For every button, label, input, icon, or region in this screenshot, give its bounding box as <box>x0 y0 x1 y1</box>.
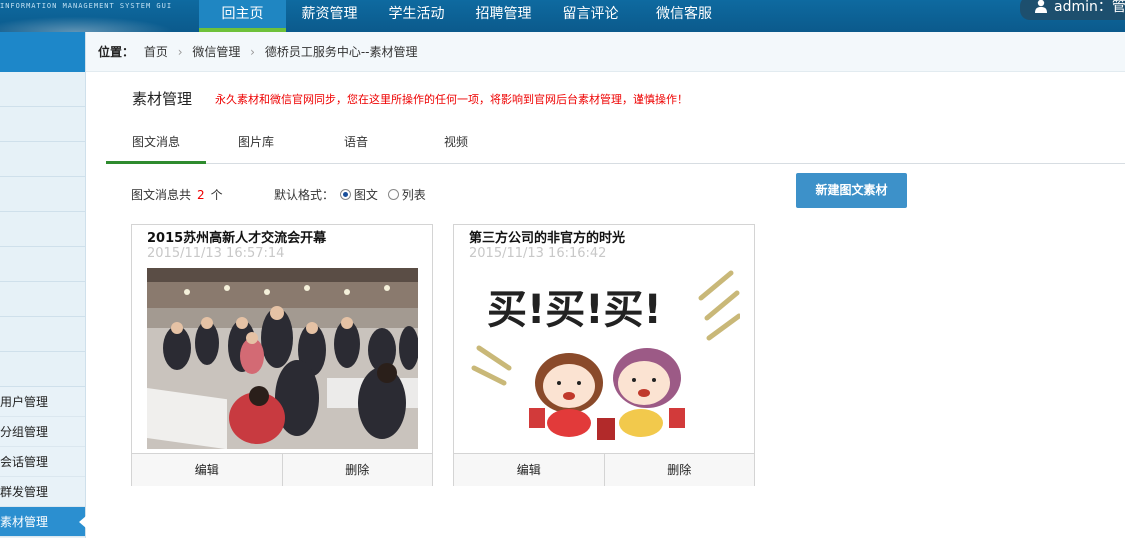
breadcrumb: 位置： 首页 › 微信管理 › 德桥员工服务中心--素材管理 <box>86 32 1125 72</box>
format-label: 默认格式： <box>274 188 335 202</box>
card-actions: 编辑 删除 <box>454 453 754 486</box>
sidebar-blank <box>0 247 85 282</box>
page-title: 素材管理 <box>132 90 193 108</box>
chevron-right-icon: › <box>177 45 183 59</box>
sidebar-item-groups[interactable]: 分组管理 <box>0 417 85 447</box>
sidebar-header <box>0 32 85 72</box>
delete-button[interactable]: 删除 <box>281 454 433 486</box>
edit-button[interactable]: 编辑 <box>132 454 282 486</box>
tab-voice[interactable]: 语音 <box>306 128 406 164</box>
sidebar-blank <box>0 72 85 107</box>
active-arrow-icon <box>79 516 86 528</box>
crowd-photo <box>147 268 418 449</box>
breadcrumb-home[interactable]: 首页 <box>144 45 168 59</box>
tab-video[interactable]: 视频 <box>406 128 506 164</box>
card-date: 2015/11/13 16:57:14 <box>147 246 285 261</box>
sidebar-blank <box>0 352 85 387</box>
sidebar-blank <box>0 317 85 352</box>
user-menu[interactable]: admin：管理 <box>1020 0 1125 20</box>
top-bar: INFORMATION MANAGEMENT SYSTEM GUI 回主页 薪资… <box>0 0 1125 32</box>
format-option-news[interactable]: 图文 <box>354 188 378 202</box>
format-radio-news[interactable] <box>339 189 351 200</box>
sidebar-item-users[interactable]: 用户管理 <box>0 387 85 417</box>
cartoon-caption: 买!买!买! <box>487 287 662 333</box>
card-actions: 编辑 删除 <box>132 453 432 486</box>
card-title[interactable]: 2015苏州高新人才交流会开幕 <box>147 227 326 246</box>
card-title[interactable]: 第三方公司的非官方的时光 <box>469 227 625 246</box>
new-material-button[interactable]: 新建图文素材 <box>796 173 907 208</box>
format-radio-list[interactable] <box>387 189 399 200</box>
count-suffix: 个 <box>210 188 223 202</box>
warning-text: 永久素材和微信官网同步，您在这里所操作的任何一项，将影响到官网后台素材管理，谨慎… <box>215 93 688 106</box>
sidebar-blank <box>0 212 85 247</box>
sidebar-blank <box>0 177 85 212</box>
breadcrumb-current: 德桥员工服务中心--素材管理 <box>264 45 418 59</box>
user-name: admin：管理 <box>1054 0 1125 15</box>
format-selector: 默认格式： 图文 列表 <box>274 186 426 203</box>
sidebar-blank <box>0 142 85 177</box>
breadcrumb-label: 位置： <box>98 45 135 59</box>
count-prefix: 图文消息共 <box>131 188 192 202</box>
tab-bar: 图文消息 图片库 语音 视频 <box>106 128 1125 164</box>
logo-swoosh <box>0 14 190 32</box>
sidebar-blank <box>0 282 85 317</box>
sidebar: 用户管理 分组管理 会话管理 群发管理 素材管理 <box>0 32 86 538</box>
sidebar-blank <box>0 107 85 142</box>
nav-comments[interactable]: 留言评论 <box>547 0 634 32</box>
format-option-list[interactable]: 列表 <box>402 188 426 202</box>
delete-button[interactable]: 删除 <box>603 454 755 486</box>
nav-recruitment[interactable]: 招聘管理 <box>460 0 547 32</box>
tab-images[interactable]: 图片库 <box>206 128 306 164</box>
edit-button[interactable]: 编辑 <box>454 454 604 486</box>
card-date: 2015/11/13 16:16:42 <box>469 246 607 261</box>
sidebar-item-sessions[interactable]: 会话管理 <box>0 447 85 477</box>
sidebar-item-label: 素材管理 <box>0 515 49 529</box>
nav-salary[interactable]: 薪资管理 <box>286 0 373 32</box>
tab-news[interactable]: 图文消息 <box>106 128 206 164</box>
material-card: 2015苏州高新人才交流会开幕 2015/11/13 16:57:14 编辑 删… <box>131 224 433 486</box>
cartoon-shopping-image: 买!买!买! <box>469 268 740 449</box>
sidebar-item-materials[interactable]: 素材管理 <box>0 507 86 537</box>
main-nav: 回主页 薪资管理 学生活动 招聘管理 留言评论 微信客服 <box>199 0 734 32</box>
breadcrumb-wechat[interactable]: 微信管理 <box>192 45 240 59</box>
message-count: 图文消息共 2 个 <box>131 186 223 203</box>
sidebar-item-mass-send[interactable]: 群发管理 <box>0 477 85 507</box>
nav-wechat-service[interactable]: 微信客服 <box>634 0 734 32</box>
nav-home[interactable]: 回主页 <box>199 0 286 32</box>
material-card: 第三方公司的非官方的时光 2015/11/13 16:16:42 买!买!买! <box>453 224 755 486</box>
chevron-right-icon: › <box>250 45 255 59</box>
count-value: 2 <box>197 188 205 202</box>
logo-text: INFORMATION MANAGEMENT SYSTEM GUI <box>0 2 173 10</box>
user-icon <box>1035 0 1047 13</box>
nav-student-activity[interactable]: 学生活动 <box>373 0 460 32</box>
